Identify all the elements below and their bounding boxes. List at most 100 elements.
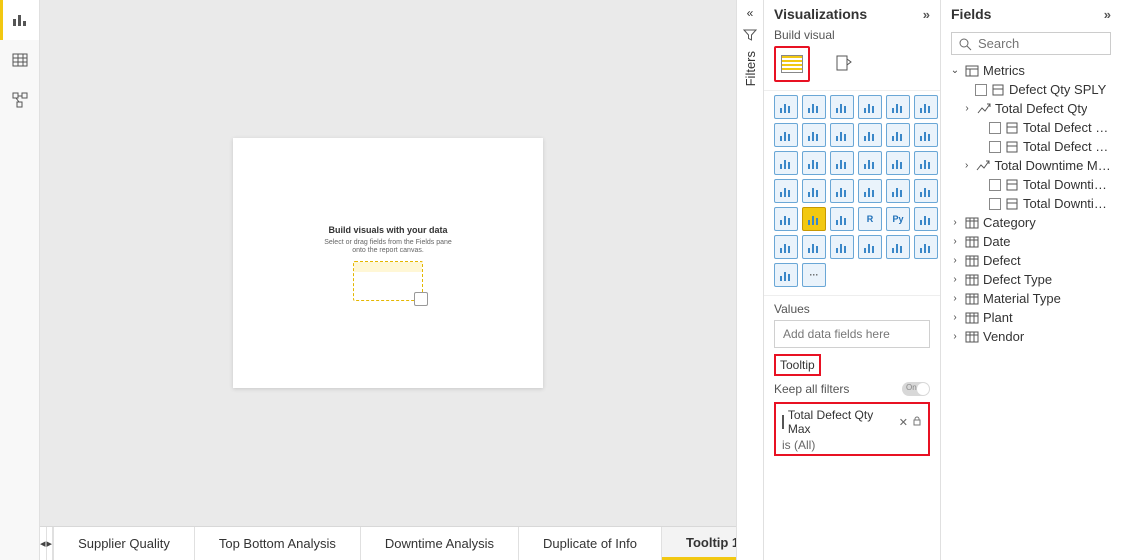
- viz-type-matrix[interactable]: [830, 207, 854, 231]
- viz-type-narrative[interactable]: [886, 235, 910, 259]
- field-checkbox[interactable]: [989, 141, 1001, 153]
- viz-type-line[interactable]: [774, 123, 798, 147]
- hierarchy-node[interactable]: › Total Defect Qty: [947, 99, 1115, 118]
- drag-handle-icon[interactable]: [782, 415, 784, 429]
- viz-type-area[interactable]: [802, 123, 826, 147]
- page-tab[interactable]: Duplicate of Info: [519, 527, 662, 560]
- viz-type-card[interactable]: [858, 179, 882, 203]
- build-visual-mode[interactable]: [774, 46, 810, 82]
- viz-type-stacked-column[interactable]: [830, 95, 854, 119]
- report-canvas[interactable]: Build visuals with your data Select or d…: [40, 0, 736, 526]
- viz-type-waterfall[interactable]: [774, 151, 798, 175]
- table-icon: [11, 51, 29, 69]
- viz-type-power-apps[interactable]: [774, 263, 798, 287]
- fields-search-input[interactable]: [978, 36, 1121, 51]
- data-view-tab[interactable]: [0, 40, 39, 80]
- field-node[interactable]: Total Defect Rep...: [947, 137, 1115, 156]
- fields-tree: ⌄ Metrics Defect Qty SPLY › Total Defect…: [941, 59, 1121, 352]
- table-node[interactable]: ›Plant: [947, 308, 1115, 327]
- viz-type-table[interactable]: [802, 207, 826, 231]
- viz-type-r[interactable]: R: [858, 207, 882, 231]
- table-node[interactable]: ›Date: [947, 232, 1115, 251]
- viz-type-line-col2[interactable]: [886, 123, 910, 147]
- report-page[interactable]: Build visuals with your data Select or d…: [233, 138, 543, 388]
- trend-icon: [976, 159, 990, 173]
- field-checkbox[interactable]: [989, 122, 1001, 134]
- viz-type-filled-map[interactable]: [802, 179, 826, 203]
- table-node[interactable]: ›Defect: [947, 251, 1115, 270]
- tooltip-field-well[interactable]: Total Defect Qty Max ✕ is (All): [774, 402, 930, 456]
- viz-type-clustered-bar[interactable]: [802, 95, 826, 119]
- visualizations-pane: Visualizations » Build visual RPy··· Val…: [764, 0, 941, 560]
- chevron-right-icon: ›: [949, 236, 961, 247]
- viz-type-funnel[interactable]: [802, 151, 826, 175]
- viz-type-ribbon[interactable]: [914, 123, 938, 147]
- viz-type-pie[interactable]: [858, 151, 882, 175]
- table-node[interactable]: › Vendor: [947, 327, 1115, 346]
- chevron-right-icon: ›: [949, 274, 961, 285]
- model-view-tab[interactable]: [0, 80, 39, 120]
- field-node[interactable]: Total Defect Qty ...: [947, 118, 1115, 137]
- viz-type-stacked-area[interactable]: [830, 123, 854, 147]
- viz-type-more[interactable]: ···: [802, 263, 826, 287]
- hierarchy-node[interactable]: › Total Downtime Min...: [947, 156, 1115, 175]
- model-icon: [11, 91, 29, 109]
- viz-type-kpi[interactable]: [914, 179, 938, 203]
- canvas-placeholder-sub: Select or drag fields from the Fields pa…: [318, 239, 458, 256]
- viz-type-slicer[interactable]: [774, 207, 798, 231]
- page-tab[interactable]: Top Bottom Analysis: [195, 527, 361, 560]
- viz-type-line-col[interactable]: [858, 123, 882, 147]
- expand-filters-button[interactable]: «: [747, 6, 754, 20]
- collapse-fields-button[interactable]: »: [1104, 7, 1111, 22]
- table-node[interactable]: ›Category: [947, 213, 1115, 232]
- table-node-metrics[interactable]: ⌄ Metrics: [947, 61, 1115, 80]
- viz-type-stacked-bar-100[interactable]: [886, 95, 910, 119]
- filters-pane-label[interactable]: Filters: [743, 51, 758, 86]
- keep-filters-toggle[interactable]: On: [902, 382, 930, 396]
- build-visual-label: Build visual: [764, 28, 940, 42]
- table-icon: [965, 235, 979, 249]
- viz-type-paginated[interactable]: [830, 235, 854, 259]
- viz-type-map[interactable]: [774, 179, 798, 203]
- viz-type-multi-card[interactable]: [886, 179, 910, 203]
- collapse-viz-button[interactable]: »: [923, 7, 930, 22]
- format-visual-mode[interactable]: [826, 46, 862, 82]
- field-label: Total Defect Qty: [995, 101, 1087, 116]
- table-node[interactable]: ›Defect Type: [947, 270, 1115, 289]
- tooltip-label: Tooltip: [774, 354, 821, 376]
- keep-filters-label: Keep all filters: [774, 382, 849, 396]
- remove-field-button[interactable]: ✕: [899, 416, 908, 429]
- viz-type-donut[interactable]: [886, 151, 910, 175]
- report-canvas-area: Build visuals with your data Select or d…: [40, 0, 736, 560]
- table-label: Vendor: [983, 329, 1024, 344]
- field-checkbox[interactable]: [989, 179, 1001, 191]
- report-view-tab[interactable]: [0, 0, 39, 40]
- viz-type-key-infl[interactable]: [914, 207, 938, 231]
- field-node[interactable]: Defect Qty SPLY: [947, 80, 1115, 99]
- values-field-well[interactable]: Add data fields here: [774, 320, 930, 348]
- field-node[interactable]: Total Downtime ...: [947, 194, 1115, 213]
- viz-type-py[interactable]: Py: [886, 207, 910, 231]
- fields-search[interactable]: [951, 32, 1111, 55]
- field-checkbox[interactable]: [975, 84, 987, 96]
- chevron-right-icon: ›: [949, 255, 961, 266]
- viz-type-clustered-column-100[interactable]: [914, 95, 938, 119]
- table-node[interactable]: ›Material Type: [947, 289, 1115, 308]
- viz-type-stacked-bar[interactable]: [774, 95, 798, 119]
- viz-type-treemap[interactable]: [914, 151, 938, 175]
- viz-type-clustered-column[interactable]: [858, 95, 882, 119]
- page-tab[interactable]: Supplier Quality: [54, 527, 195, 560]
- field-checkbox[interactable]: [989, 198, 1001, 210]
- viz-type-get-more[interactable]: [914, 235, 938, 259]
- field-node[interactable]: Total Downtime ...: [947, 175, 1115, 194]
- viz-type-scatter[interactable]: [830, 151, 854, 175]
- page-tab[interactable]: Downtime Analysis: [361, 527, 519, 560]
- viz-type-arcgis[interactable]: [830, 179, 854, 203]
- viz-type-score[interactable]: [858, 235, 882, 259]
- chevron-right-icon: ›: [949, 331, 961, 342]
- fields-pane: Fields » ⌄ Metrics Defect Qty SPLY › Tot…: [941, 0, 1121, 560]
- viz-type-qna[interactable]: [802, 235, 826, 259]
- viz-type-decomp[interactable]: [774, 235, 798, 259]
- bar-chart-icon: [11, 11, 29, 29]
- field-label: Total Downtime ...: [1023, 196, 1113, 211]
